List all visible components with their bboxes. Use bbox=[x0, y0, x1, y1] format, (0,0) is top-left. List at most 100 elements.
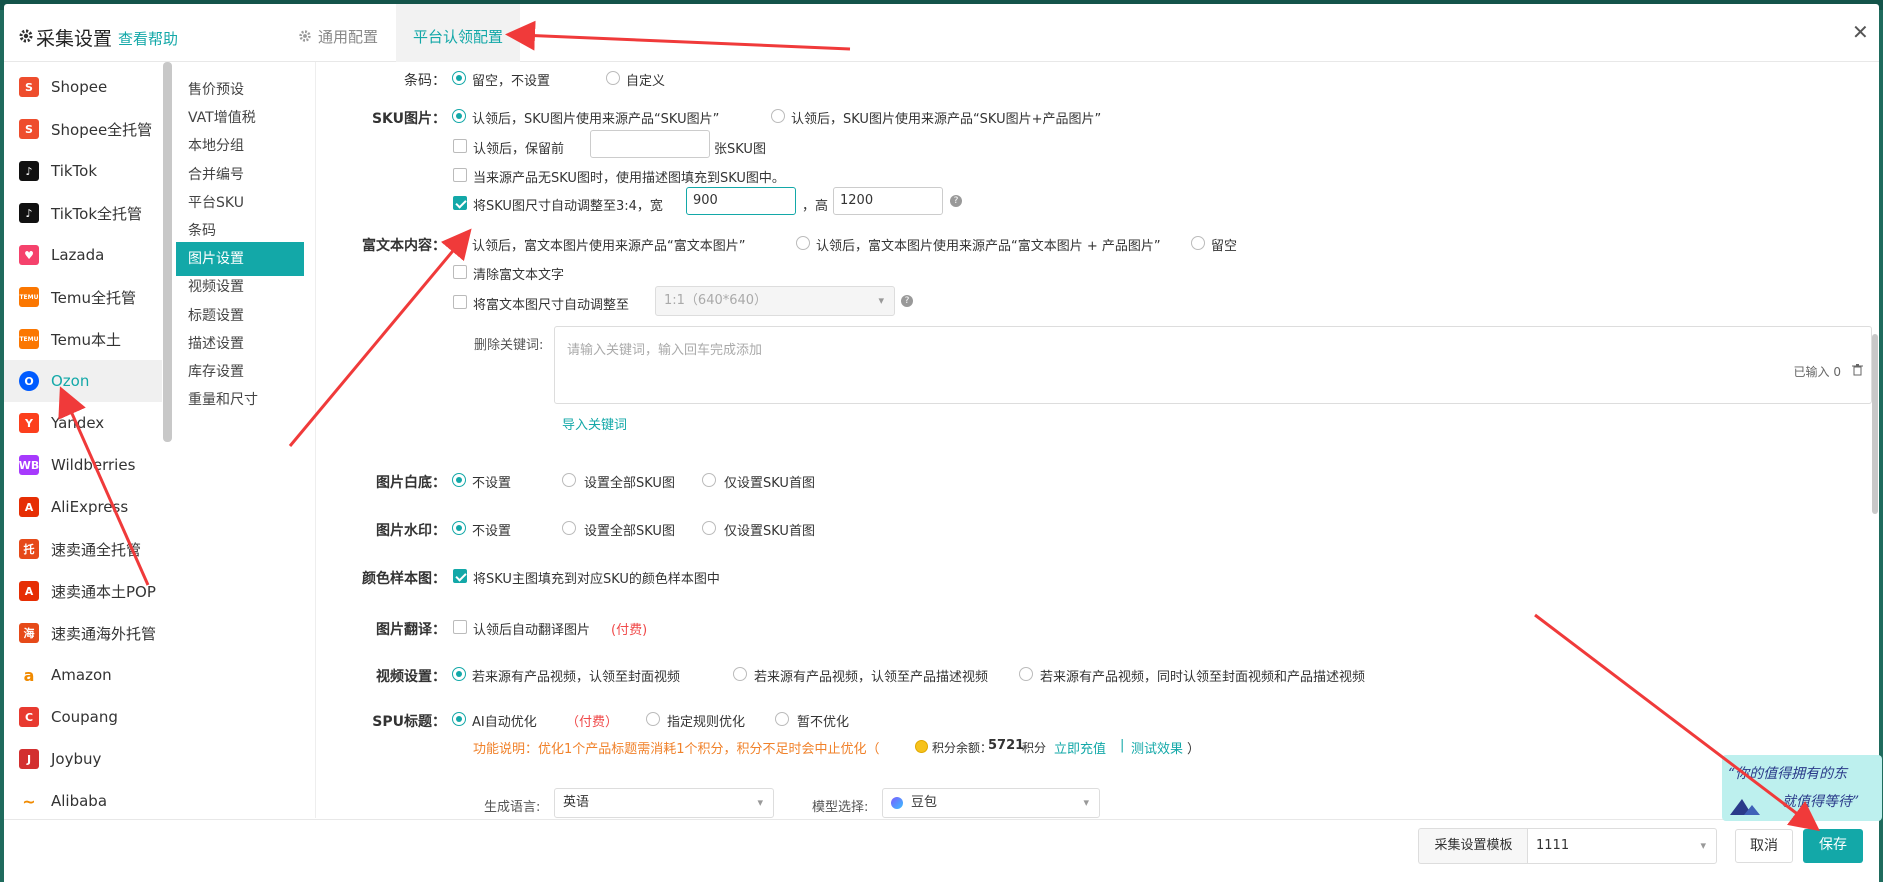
sku-image-radio-2[interactable] bbox=[771, 109, 785, 123]
lang-select[interactable]: 英语 ▾ bbox=[554, 788, 774, 818]
rich-text-radio-1[interactable] bbox=[452, 236, 466, 250]
help-link[interactable]: 查看帮助 bbox=[118, 28, 178, 49]
temu-icon: TEMU bbox=[19, 287, 39, 307]
gear-icon bbox=[19, 29, 33, 43]
color-sample-checkbox[interactable] bbox=[453, 569, 467, 583]
sku-width-input[interactable]: 900 bbox=[686, 187, 796, 215]
platform-label: Amazon bbox=[51, 666, 112, 684]
content-scrollbar[interactable] bbox=[1872, 334, 1878, 514]
sku-image-opt-2: 认领后，SKU图片使用来源产品“SKU图片+产品图片” bbox=[791, 112, 1102, 127]
img-watermark-radio-1[interactable] bbox=[452, 521, 466, 535]
img-white-opt-1: 不设置 bbox=[472, 476, 512, 491]
platform-label: 速卖通本土POP bbox=[51, 582, 156, 601]
img-watermark-radio-2[interactable] bbox=[562, 521, 576, 535]
wildberries-icon: WB bbox=[19, 455, 39, 475]
barcode-radio-empty[interactable] bbox=[452, 71, 466, 85]
img-white-radio-1[interactable] bbox=[452, 473, 466, 487]
spu-radio-rule[interactable] bbox=[646, 712, 660, 726]
cancel-button[interactable]: 取消 bbox=[1735, 829, 1793, 863]
platform-item[interactable]: ~ Alibaba bbox=[4, 780, 162, 818]
platform-item[interactable]: A 速卖通本土POP bbox=[4, 570, 162, 612]
sidebar-scrollbar[interactable] bbox=[163, 62, 172, 442]
img-white-opt-3: 仅设置SKU首图 bbox=[724, 476, 815, 491]
img-translate-paid: (付费) bbox=[611, 623, 648, 638]
yandex-icon: Y bbox=[19, 413, 39, 433]
promo-banner[interactable]: “你的值得拥有的东 就值得等待” bbox=[1722, 755, 1882, 821]
spu-paid: （付费） bbox=[566, 715, 619, 730]
sku-keep-checkbox[interactable] bbox=[453, 139, 467, 153]
img-white-radio-2[interactable] bbox=[562, 473, 576, 487]
settings-menu-item[interactable]: 重量和尺寸 bbox=[176, 383, 304, 417]
tab-platform-config[interactable]: 平台认领配置 bbox=[396, 4, 520, 62]
platform-item[interactable]: 托速卖通全托管 bbox=[4, 528, 162, 570]
platform-item[interactable]: 海速卖通海外托管 bbox=[4, 612, 162, 654]
tab-general-config[interactable]: 通用配置 bbox=[298, 4, 396, 62]
barcode-radio-custom[interactable] bbox=[606, 71, 620, 85]
platform-item[interactable]: a Amazon bbox=[4, 654, 162, 696]
video-radio-2[interactable] bbox=[733, 667, 747, 681]
chevron-down-icon: ▾ bbox=[1700, 839, 1706, 852]
keyword-placeholder: 请输入关键词，输入回车完成添加 bbox=[567, 343, 763, 358]
platform-item[interactable]: C Coupang bbox=[4, 696, 162, 738]
sku-height-input[interactable]: 1200 bbox=[833, 187, 943, 215]
keyword-textarea[interactable]: 请输入关键词，输入回车完成添加 已输入 0 bbox=[554, 326, 1872, 404]
platform-item[interactable]: Y Yandex bbox=[4, 402, 162, 444]
trash-icon[interactable] bbox=[1852, 364, 1863, 376]
test-effect-link[interactable]: 测试效果 bbox=[1131, 738, 1183, 757]
sku-keep-count-input[interactable] bbox=[590, 130, 710, 158]
keyword-count: 已输入 0 bbox=[1793, 365, 1841, 379]
model-select[interactable]: 豆包 ▾ bbox=[882, 788, 1100, 818]
platform-item[interactable]: WB Wildberries bbox=[4, 444, 162, 486]
platform-label: AliExpress bbox=[51, 498, 129, 516]
hai-icon: 海 bbox=[19, 623, 39, 643]
platform-item[interactable]: J Joybuy bbox=[4, 738, 162, 780]
rich-ratio-select[interactable]: 1:1（640*640） ▾ bbox=[655, 286, 895, 316]
platform-label: Wildberries bbox=[51, 456, 136, 474]
platform-item[interactable]: S Shopee全托管 bbox=[4, 108, 162, 150]
platform-item[interactable]: O Ozon bbox=[4, 360, 162, 402]
barcode-opt-custom: 自定义 bbox=[626, 74, 666, 89]
rich-resize-checkbox[interactable] bbox=[453, 295, 467, 309]
platform-item[interactable]: TEMU Temu本土 bbox=[4, 318, 162, 360]
platform-item[interactable]: S Shopee bbox=[4, 66, 162, 108]
platform-label: Lazada bbox=[51, 246, 105, 264]
sku-image-radio-1[interactable] bbox=[452, 109, 466, 123]
close-icon[interactable]: ✕ bbox=[1852, 20, 1869, 44]
platform-item[interactable]: A AliExpress bbox=[4, 486, 162, 528]
spu-radio-none[interactable] bbox=[775, 712, 789, 726]
rich-text-radio-3[interactable] bbox=[1191, 236, 1205, 250]
amazon-icon: a bbox=[19, 665, 39, 685]
platform-label: Temu全托管 bbox=[51, 288, 136, 307]
rich-text-opt-3: 留空 bbox=[1211, 239, 1238, 254]
platform-item[interactable]: ♪ TikTok全托管 bbox=[4, 192, 162, 234]
recharge-link[interactable]: 立即充值 bbox=[1054, 738, 1106, 757]
video-opt-3: 若来源有产品视频，同时认领至封面视频和产品描述视频 bbox=[1040, 670, 1366, 685]
ozon-icon: O bbox=[19, 371, 39, 391]
model-value: 豆包 bbox=[911, 795, 938, 810]
template-select[interactable]: 1111 ▾ bbox=[1527, 828, 1717, 864]
save-button[interactable]: 保存 bbox=[1803, 829, 1863, 863]
video-radio-1[interactable] bbox=[452, 667, 466, 681]
platform-sidebar: S Shopee S Shopee全托管 ♪ TikTok ♪ TikTok全托管 ♥ Lazad… bbox=[4, 62, 162, 818]
help-question-icon[interactable]: ? bbox=[901, 295, 913, 307]
platform-item[interactable]: ♪ TikTok bbox=[4, 150, 162, 192]
rich-clear-checkbox[interactable] bbox=[453, 265, 467, 279]
spu-radio-ai[interactable] bbox=[452, 712, 466, 726]
import-keywords-link[interactable]: 导入关键词 bbox=[562, 414, 627, 433]
platform-label: TikTok bbox=[51, 162, 98, 180]
template-value: 1111 bbox=[1536, 838, 1570, 853]
img-watermark-radio-3[interactable] bbox=[702, 521, 716, 535]
img-white-radio-3[interactable] bbox=[702, 473, 716, 487]
sku-resize-checkbox[interactable] bbox=[453, 196, 467, 210]
video-radio-3[interactable] bbox=[1019, 667, 1033, 681]
platform-label: Yandex bbox=[51, 414, 105, 432]
dialog-footer: 采集设置模板 1111 ▾ 取消 保存 bbox=[4, 819, 1879, 882]
platform-item[interactable]: ♥ Lazada bbox=[4, 234, 162, 276]
sku-fill-desc-checkbox[interactable] bbox=[453, 168, 467, 182]
img-translate-checkbox[interactable] bbox=[453, 620, 467, 634]
rich-text-radio-2[interactable] bbox=[796, 236, 810, 250]
platform-item[interactable]: TEMU Temu全托管 bbox=[4, 276, 162, 318]
platform-label: 速卖通海外托管 bbox=[51, 624, 157, 643]
platform-label: Shopee全托管 bbox=[51, 120, 153, 139]
help-question-icon[interactable]: ? bbox=[950, 195, 962, 207]
